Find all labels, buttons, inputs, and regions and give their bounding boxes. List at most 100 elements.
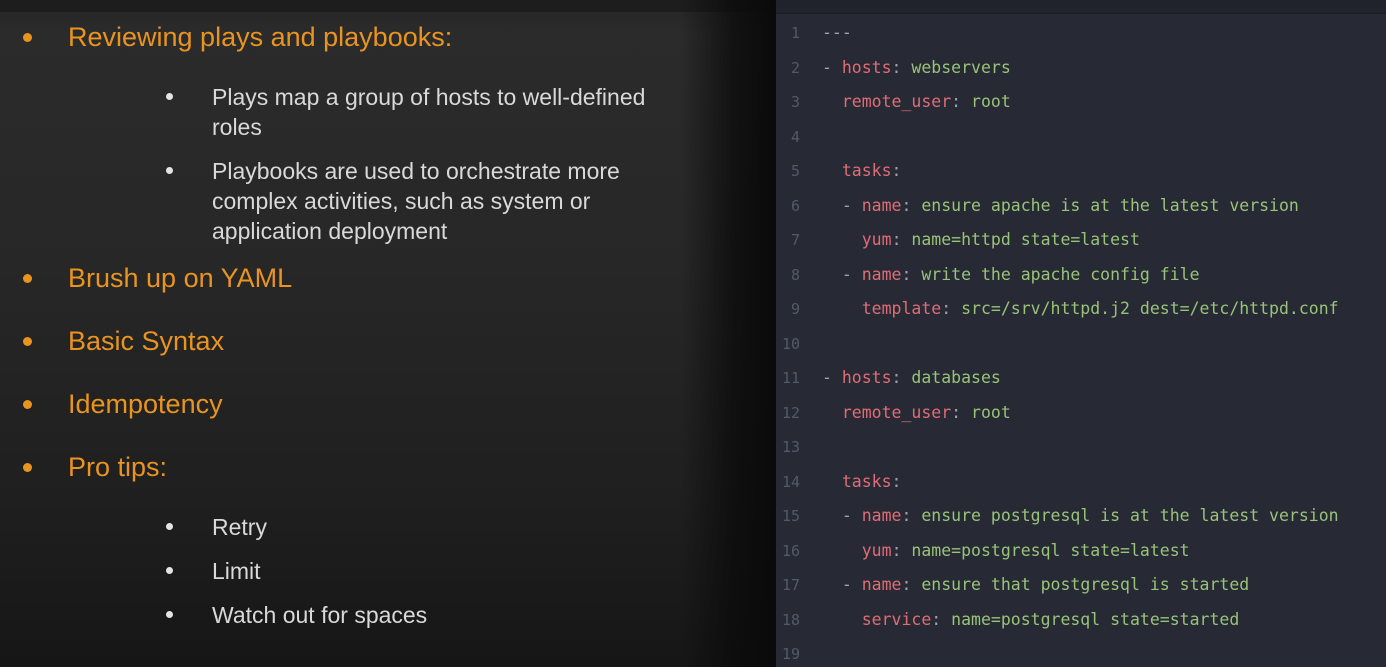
code-line: 13	[776, 430, 1386, 465]
code-token: template	[862, 299, 941, 318]
line-number: 5	[776, 154, 800, 189]
code-token: hosts	[842, 368, 892, 387]
bullet-text: Pro tips:	[68, 452, 167, 482]
code-token: name	[862, 506, 902, 525]
code-line: 10	[776, 327, 1386, 362]
code-token: :	[902, 506, 912, 525]
bullet-icon	[166, 567, 173, 574]
bullet-text: Basic Syntax	[68, 326, 224, 356]
code-token: root	[961, 403, 1011, 422]
line-number: 18	[776, 603, 800, 638]
line-number: 10	[776, 327, 800, 362]
bullet-text: Brush up on YAML	[68, 263, 292, 293]
code-text: - name: ensure apache is at the latest v…	[800, 189, 1299, 224]
bullet-text: Retry	[212, 512, 267, 542]
code-token	[822, 541, 862, 560]
code-text: remote_user: root	[800, 396, 1011, 431]
bullet-item: Idempotency	[0, 387, 776, 421]
bullet-icon	[166, 93, 173, 100]
code-token: tasks	[842, 472, 892, 491]
code-line: 1---	[776, 16, 1386, 51]
code-token: :	[892, 161, 902, 180]
line-number: 4	[776, 120, 800, 155]
code-token: :	[951, 403, 961, 422]
bullet-icon	[166, 523, 173, 530]
bullet-text: Watch out for spaces	[212, 600, 427, 630]
bullet-item: Basic Syntax	[0, 324, 776, 358]
code-token: -	[822, 368, 842, 387]
code-token: :	[951, 92, 961, 111]
bullet-item: Pro tips:	[0, 450, 776, 484]
bullet-text: Limit	[212, 556, 261, 586]
code-token: :	[902, 196, 912, 215]
code-text	[800, 430, 822, 465]
line-number: 7	[776, 223, 800, 258]
code-token	[822, 403, 842, 422]
code-token	[822, 92, 842, 111]
bullet-icon	[166, 167, 173, 174]
editor-top-bar	[776, 0, 1386, 14]
code-token: :	[892, 368, 902, 387]
screen: Reviewing plays and playbooks: Plays map …	[0, 0, 1386, 667]
code-line: 12 remote_user: root	[776, 396, 1386, 431]
sub-bullet-item: Retry	[0, 512, 776, 542]
line-number: 13	[776, 430, 800, 465]
code-token: databases	[901, 368, 1000, 387]
bullet-text: Plays map a group of hosts to well-defin…	[212, 82, 700, 142]
code-editor-panel: 1---2- hosts: webservers3 remote_user: r…	[776, 0, 1386, 667]
code-line: 7 yum: name=httpd state=latest	[776, 223, 1386, 258]
bullet-item: Reviewing plays and playbooks:	[0, 20, 776, 54]
code-text: yum: name=httpd state=latest	[800, 223, 1140, 258]
code-token: tasks	[842, 161, 892, 180]
code-token: -	[822, 265, 862, 284]
code-token: service	[862, 610, 932, 629]
code-token: src=/srv/httpd.j2 dest=/etc/httpd.conf	[951, 299, 1338, 318]
code-token	[822, 299, 862, 318]
code-text: - name: write the apache config file	[800, 258, 1200, 293]
code-token: :	[892, 230, 902, 249]
line-number: 14	[776, 465, 800, 500]
code-token: yum	[862, 541, 892, 560]
code-token: :	[902, 575, 912, 594]
code-line: 4	[776, 120, 1386, 155]
code-token: hosts	[842, 58, 892, 77]
slide-panel: Reviewing plays and playbooks: Plays map …	[0, 0, 776, 667]
sub-bullet-item: Watch out for spaces	[0, 600, 776, 630]
line-number: 6	[776, 189, 800, 224]
code-text	[800, 120, 822, 155]
code-line: 11- hosts: databases	[776, 361, 1386, 396]
bullet-text: Reviewing plays and playbooks:	[68, 22, 452, 52]
code-line: 14 tasks:	[776, 465, 1386, 500]
line-number: 12	[776, 396, 800, 431]
code-token: ensure apache is at the latest version	[911, 196, 1298, 215]
code-text: - hosts: webservers	[800, 51, 1011, 86]
code-token: name	[862, 196, 902, 215]
code-token: :	[892, 541, 902, 560]
code-token	[822, 230, 862, 249]
line-number: 1	[776, 16, 800, 51]
code-token	[822, 610, 862, 629]
line-number: 2	[776, 51, 800, 86]
code-text	[800, 637, 822, 667]
code-token: -	[822, 58, 842, 77]
code-token: :	[931, 610, 941, 629]
code-line: 3 remote_user: root	[776, 85, 1386, 120]
code-token: name=httpd state=latest	[902, 230, 1140, 249]
code-token: :	[902, 265, 912, 284]
bullet-icon	[23, 274, 32, 283]
code-token: -	[822, 506, 862, 525]
code-line: 19	[776, 637, 1386, 667]
code-text	[800, 327, 822, 362]
code-line: 8 - name: write the apache config file	[776, 258, 1386, 293]
code-text: service: name=postgresql state=started	[800, 603, 1239, 638]
code-text: yum: name=postgresql state=latest	[800, 534, 1190, 569]
code-line: 15 - name: ensure postgresql is at the l…	[776, 499, 1386, 534]
line-number: 19	[776, 637, 800, 667]
editor-code-area[interactable]: 1---2- hosts: webservers3 remote_user: r…	[776, 13, 1386, 667]
code-text: tasks:	[800, 465, 901, 500]
bullet-item: Brush up on YAML	[0, 261, 776, 295]
code-text: remote_user: root	[800, 85, 1011, 120]
sub-bullet-item: Plays map a group of hosts to well-defin…	[0, 82, 776, 142]
bullet-icon	[166, 611, 173, 618]
code-token: :	[892, 472, 902, 491]
